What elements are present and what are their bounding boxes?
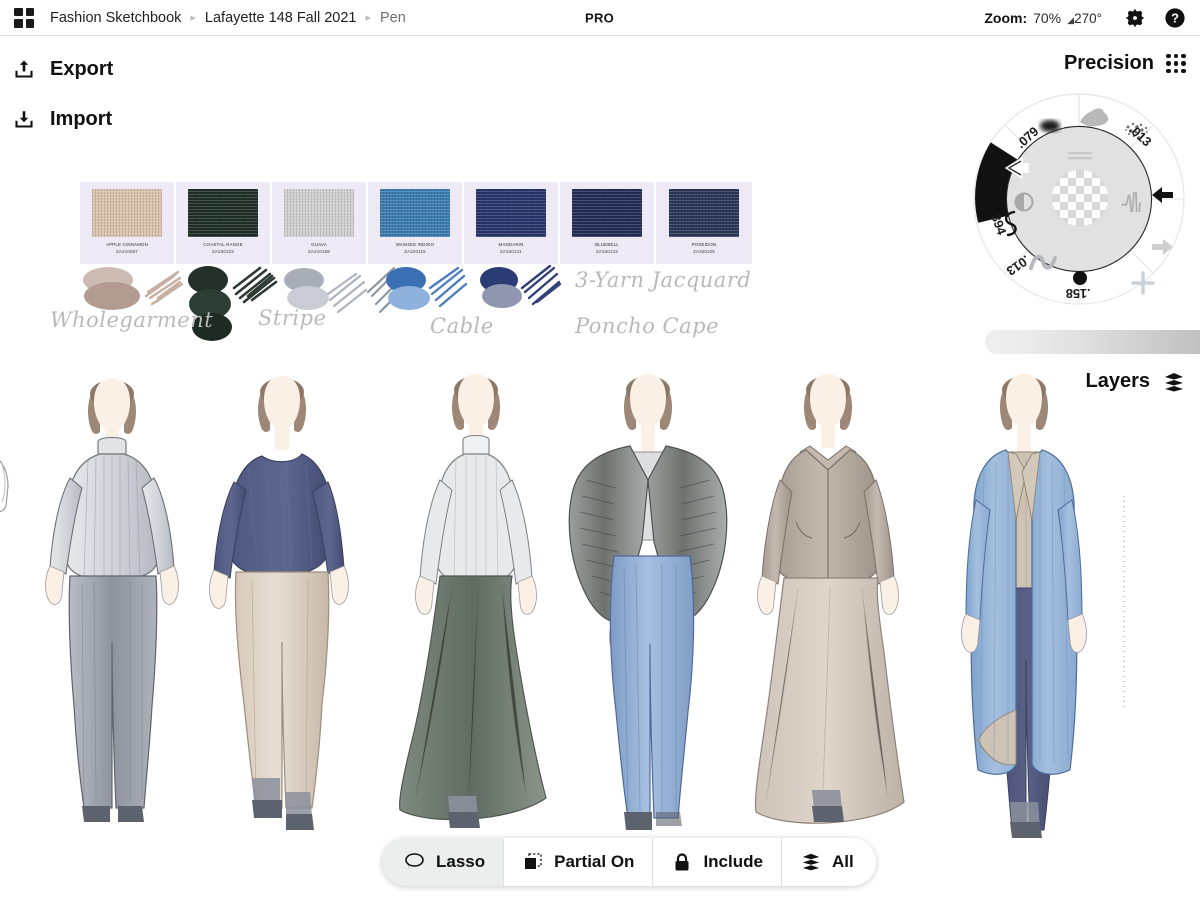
swatch-name: POSEIDON bbox=[692, 242, 717, 247]
swatch-code: ZA230103 bbox=[212, 249, 234, 254]
annotation-stripe: Stripe bbox=[258, 306, 326, 330]
wheel-label-158: .158 bbox=[1066, 286, 1091, 301]
partial-selection-icon bbox=[522, 852, 544, 872]
fabric-swatch-card[interactable]: BLUEBELL ZA330133 bbox=[560, 182, 656, 264]
swatch-name: COASTAL RANGE bbox=[203, 242, 242, 247]
import-button[interactable]: Import bbox=[0, 94, 220, 144]
precision-control[interactable]: Precision bbox=[1064, 52, 1186, 75]
swatch-name: WASHED INDIGO bbox=[396, 242, 435, 247]
precision-label: Precision bbox=[1064, 52, 1154, 75]
breadcrumb-separator: ▸ bbox=[365, 11, 371, 24]
canvas-scrap-sketch bbox=[0, 456, 8, 512]
croquis-illustrations[interactable] bbox=[0, 360, 1200, 850]
swatch-chip bbox=[669, 189, 739, 237]
sketch-canvas[interactable] bbox=[0, 360, 1200, 850]
fabric-swatch-card[interactable]: WASHED INDIGO ZA320115 bbox=[368, 182, 464, 264]
figure-2 bbox=[210, 376, 349, 830]
swatch-name: GUAVA bbox=[311, 242, 327, 247]
figure-3 bbox=[400, 374, 546, 828]
breadcrumb-separator: ▸ bbox=[190, 11, 196, 24]
tool-partial-on[interactable]: Partial On bbox=[504, 838, 653, 886]
download-icon bbox=[12, 107, 36, 131]
swatch-chip bbox=[284, 189, 354, 237]
annotation-jacquard: 3-Yarn Jacquard bbox=[575, 268, 751, 292]
swatch-name: MANDARIN bbox=[498, 242, 523, 247]
swatch-chip bbox=[188, 189, 258, 237]
svg-text:?: ? bbox=[1171, 10, 1179, 25]
fabric-swatch-card[interactable]: MANDARIN ZA330141 bbox=[464, 182, 560, 264]
lasso-icon bbox=[404, 852, 426, 872]
breadcrumb: Fashion Sketchbook ▸ Lafayette 148 Fall … bbox=[50, 10, 406, 26]
tool-include-label: Include bbox=[703, 852, 763, 872]
tool-all-label: All bbox=[832, 852, 854, 872]
import-label: Import bbox=[50, 108, 112, 131]
annotation-poncho-cape: Poncho Cape bbox=[575, 314, 719, 338]
rotation-value: ◢270° bbox=[1067, 11, 1102, 26]
top-bar: Fashion Sketchbook ▸ Lafayette 148 Fall … bbox=[0, 0, 1200, 36]
tool-include[interactable]: Include bbox=[653, 838, 782, 886]
fabric-swatch-card[interactable]: COASTAL RANGE ZA230103 bbox=[176, 182, 272, 264]
rotation-degrees: 270° bbox=[1074, 11, 1102, 26]
swatch-name: APPLE CINNAMON bbox=[106, 242, 148, 247]
swatch-code: ZA210057 bbox=[116, 249, 138, 254]
yarn-swatch-row: Wholegarment Stripe Cable 3-Yarn Jacquar… bbox=[0, 262, 960, 352]
help-circle-icon[interactable]: ? bbox=[1164, 7, 1186, 29]
figure-4 bbox=[569, 374, 727, 830]
gear-icon[interactable] bbox=[1124, 7, 1146, 29]
swatch-chip bbox=[380, 189, 450, 237]
zoom-indicator[interactable]: Zoom: 70% ◢270° bbox=[984, 10, 1102, 26]
tool-lasso-label: Lasso bbox=[436, 852, 485, 872]
nine-dots-grid-icon[interactable] bbox=[1166, 54, 1186, 74]
figure-1 bbox=[46, 378, 179, 822]
zoom-value: 70% bbox=[1033, 10, 1061, 26]
upload-icon bbox=[12, 57, 36, 81]
layer-stack-icon[interactable] bbox=[1162, 371, 1186, 393]
layers-label: Layers bbox=[1086, 370, 1151, 393]
swatch-chip bbox=[476, 189, 546, 237]
swatch-chip bbox=[92, 189, 162, 237]
lock-icon bbox=[671, 852, 693, 872]
yarn-blob-sketches bbox=[0, 262, 960, 352]
swatch-code: ZA320115 bbox=[404, 249, 426, 254]
active-color-swatch-transparent[interactable] bbox=[1052, 170, 1108, 226]
fabric-swatch-card[interactable]: APPLE CINNAMON ZA210057 bbox=[80, 182, 176, 264]
export-label: Export bbox=[50, 58, 113, 81]
layer-stack-icon bbox=[800, 852, 822, 872]
fabric-swatch-card[interactable]: POSEIDON ZA320108 bbox=[656, 182, 752, 264]
layers-control[interactable]: Layers bbox=[1086, 370, 1187, 393]
tool-lasso[interactable]: Lasso bbox=[382, 838, 504, 886]
figure-5 bbox=[755, 374, 904, 823]
fabric-swatch-card[interactable]: GUAVA ZA210159 bbox=[272, 182, 368, 264]
breadcrumb-item-0[interactable]: Fashion Sketchbook bbox=[50, 10, 181, 26]
breadcrumb-item-1[interactable]: Lafayette 148 Fall 2021 bbox=[205, 10, 357, 26]
pro-badge: PRO bbox=[585, 10, 614, 25]
grid-menu-icon[interactable] bbox=[14, 8, 34, 28]
figure-6 bbox=[962, 374, 1087, 838]
annotation-wholegarment: Wholegarment bbox=[50, 308, 213, 332]
top-bar-right: Zoom: 70% ◢270° ? bbox=[984, 7, 1200, 29]
left-panel: Export Import bbox=[0, 44, 220, 144]
radial-brush-wheel[interactable]: .079 .013 .158 .013 .394 bbox=[960, 82, 1200, 332]
tool-all[interactable]: All bbox=[782, 838, 876, 886]
fabric-swatch-strip[interactable]: APPLE CINNAMON ZA210057 COASTAL RANGE ZA… bbox=[80, 182, 752, 264]
opacity-gradient-slider[interactable] bbox=[985, 330, 1200, 354]
swatch-name: BLUEBELL bbox=[595, 242, 619, 247]
bottom-toolbar[interactable]: Lasso Partial On Include All bbox=[382, 838, 876, 886]
zoom-label: Zoom: bbox=[984, 10, 1027, 26]
swatch-code: ZA330141 bbox=[500, 249, 522, 254]
swatch-code: ZA320108 bbox=[693, 249, 715, 254]
wheel-segments[interactable]: .079 .013 .158 .013 .394 bbox=[970, 90, 1188, 308]
annotation-cable: Cable bbox=[430, 314, 494, 338]
export-button[interactable]: Export bbox=[0, 44, 220, 94]
swatch-code: ZA330133 bbox=[596, 249, 618, 254]
tool-partial-on-label: Partial On bbox=[554, 852, 634, 872]
swatch-code: ZA210159 bbox=[308, 249, 330, 254]
swatch-chip bbox=[572, 189, 642, 237]
breadcrumb-item-2[interactable]: Pen bbox=[380, 10, 406, 26]
